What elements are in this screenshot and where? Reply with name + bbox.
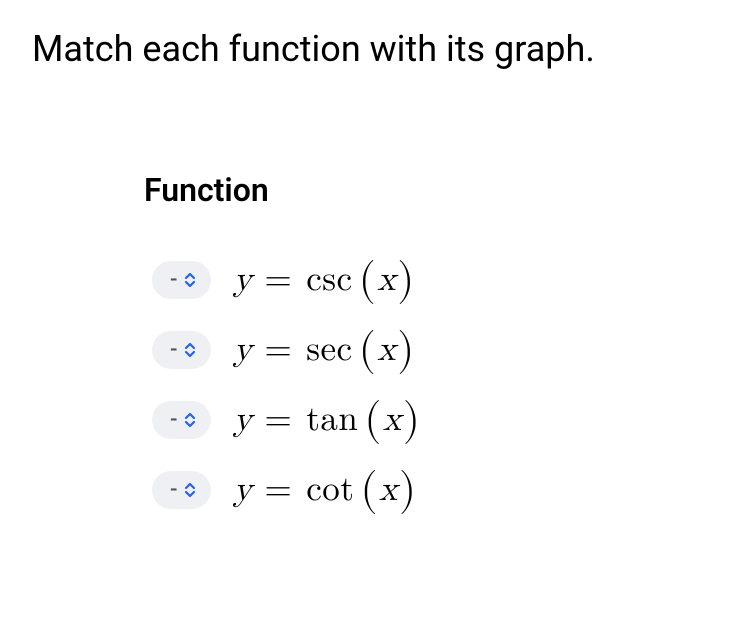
list-item: - y = cot ( x ) (152, 469, 705, 511)
function-name: csc (306, 259, 352, 301)
chevron-updown-icon (183, 482, 197, 498)
variable-x: x (379, 469, 398, 511)
list-item: - y = csc ( x ) (152, 259, 705, 301)
function-name: sec (306, 329, 352, 371)
equals-sign: = (264, 259, 292, 301)
chevron-updown-icon (183, 412, 197, 428)
match-select-value: - (170, 339, 177, 361)
formula: y = sec ( x ) (233, 329, 414, 371)
question-prompt: Match each function with its graph. (32, 28, 705, 71)
formula: y = tan ( x ) (233, 399, 420, 441)
column-header-function: Function (144, 171, 705, 209)
equals-sign: = (264, 469, 292, 511)
function-name: cot (306, 469, 354, 511)
match-select-value: - (170, 479, 177, 501)
match-select[interactable]: - (152, 471, 211, 509)
match-select[interactable]: - (152, 401, 211, 439)
chevron-updown-icon (183, 342, 197, 358)
variable-x: x (383, 399, 402, 441)
match-select[interactable]: - (152, 331, 211, 369)
equals-sign: = (264, 399, 292, 441)
equals-sign: = (264, 329, 292, 371)
formula: y = csc ( x ) (233, 259, 414, 301)
match-select-value: - (170, 409, 177, 431)
match-items-list: - y = csc ( x ) - y = sec ( (152, 259, 705, 511)
formula: y = cot ( x ) (233, 469, 416, 511)
chevron-updown-icon (183, 272, 197, 288)
variable-x: x (377, 329, 396, 371)
variable-y: y (233, 399, 252, 441)
match-select-value: - (170, 269, 177, 291)
list-item: - y = tan ( x ) (152, 399, 705, 441)
function-name: tan (306, 399, 358, 441)
variable-x: x (377, 259, 396, 301)
variable-y: y (233, 329, 252, 371)
variable-y: y (233, 469, 252, 511)
match-select[interactable]: - (152, 261, 211, 299)
variable-y: y (233, 259, 252, 301)
list-item: - y = sec ( x ) (152, 329, 705, 371)
